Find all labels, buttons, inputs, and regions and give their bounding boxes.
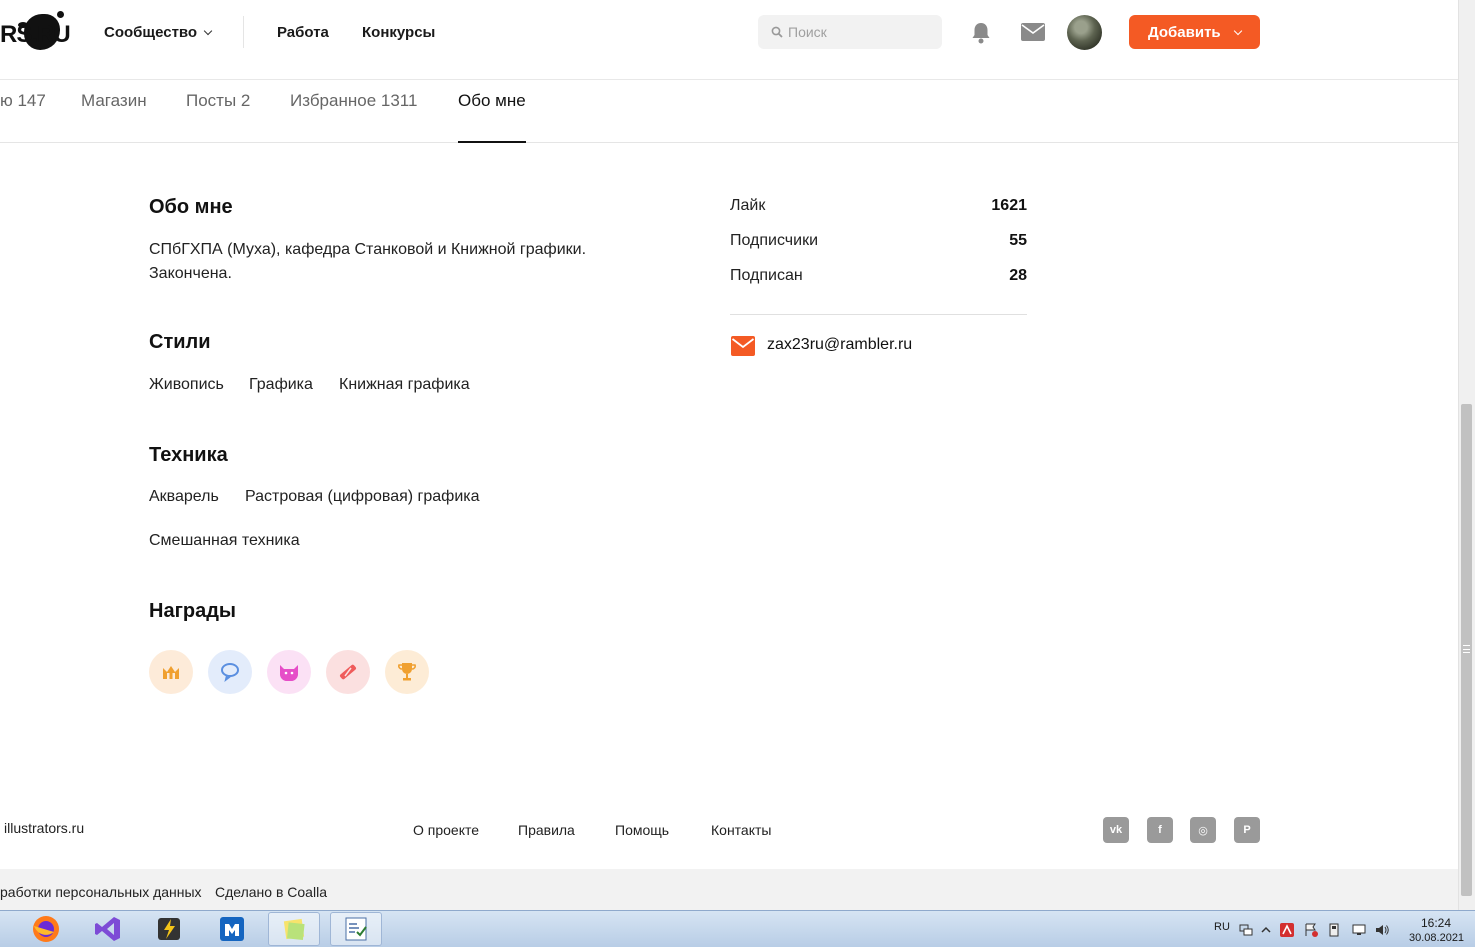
tab-favorites[interactable]: Избранное 1311 <box>290 91 417 143</box>
footer-link-about[interactable]: О проекте <box>413 822 479 838</box>
nav-community[interactable]: Сообщество <box>104 24 213 41</box>
facebook-icon-glyph: f <box>1158 824 1162 836</box>
usb-device-icon[interactable] <box>1326 922 1342 938</box>
stats-divider <box>730 314 1027 315</box>
about-text: СПбГХПА (Муха), кафедра Станковой и Книж… <box>149 241 587 282</box>
cat-award-icon[interactable] <box>267 650 311 694</box>
search-input[interactable] <box>758 15 942 49</box>
logo-text: RS.RU <box>0 21 71 48</box>
visual-studio-icon[interactable] <box>82 912 134 946</box>
technique-title: Техника <box>149 444 228 466</box>
task-manager-icon[interactable] <box>330 912 382 946</box>
stat-followers-label[interactable]: Подписчики <box>730 232 818 250</box>
firefox-icon[interactable] <box>20 912 72 946</box>
tab-shop[interactable]: Магазин <box>81 91 147 143</box>
stat-likes-value: 1621 <box>991 197 1027 214</box>
bell-icon[interactable] <box>970 21 992 45</box>
scrollbar-grip-icon <box>1463 645 1470 653</box>
vk-icon[interactable]: vk <box>1103 817 1129 843</box>
sticky-notes-icon[interactable] <box>268 912 320 946</box>
made-by-link[interactable]: Сделано в Coalla <box>215 884 327 900</box>
stat-following-label[interactable]: Подписан <box>730 267 803 285</box>
speech-bubble-award-icon[interactable] <box>208 650 252 694</box>
technique-tag[interactable]: Акварель <box>149 488 219 506</box>
technique-tag[interactable]: Растровая (цифровая) графика <box>245 488 480 506</box>
avatar[interactable] <box>1067 15 1102 50</box>
maxthon-icon[interactable] <box>206 912 258 946</box>
instagram-icon-glyph: ◎ <box>1198 824 1208 837</box>
stat-following-value[interactable]: 28 <box>940 267 1027 285</box>
stat-likes-label: Лайк <box>730 197 766 214</box>
about-title: Обо мне <box>149 196 233 218</box>
input-language-indicator[interactable]: RU <box>1214 921 1230 933</box>
search-icon <box>771 26 783 38</box>
tab-about[interactable]: Обо мне <box>458 91 526 143</box>
vk-icon-glyph: vk <box>1109 824 1123 836</box>
pencil-award-icon[interactable] <box>326 650 370 694</box>
chevron-down-icon <box>203 26 213 36</box>
footer-link-rules[interactable]: Правила <box>518 822 575 838</box>
tab-posts[interactable]: Посты 2 <box>186 91 250 143</box>
instagram-icon[interactable]: ◎ <box>1190 817 1216 843</box>
footer-link-help[interactable]: Помощь <box>615 822 669 838</box>
footer-brand[interactable]: illustrators.ru <box>4 820 84 836</box>
footer-link-contacts[interactable]: Контакты <box>711 822 771 838</box>
chevron-up-icon[interactable] <box>1258 922 1274 938</box>
site-header: RS.RU Сообщество Работа Конкурсы Добавит… <box>0 0 1458 80</box>
stat-followers-value[interactable]: 55 <box>940 232 1027 250</box>
nav-community-label: Сообщество <box>104 24 198 41</box>
style-tag[interactable]: Книжная графика <box>339 376 470 394</box>
clock-time[interactable]: 16:24 <box>1421 916 1451 930</box>
add-button[interactable]: Добавить <box>1129 15 1260 49</box>
pinterest-icon[interactable]: P <box>1234 817 1260 843</box>
technique-tag[interactable]: Смешанная техника <box>149 532 300 550</box>
tab-works[interactable]: ю 147 <box>0 91 46 143</box>
antivirus-icon[interactable] <box>1279 922 1295 938</box>
style-tag[interactable]: Живопись <box>149 376 224 394</box>
nav-work[interactable]: Работа <box>277 24 329 41</box>
add-button-label: Добавить <box>1148 23 1221 41</box>
contact-email[interactable]: zax23ru@rambler.ru <box>767 336 912 354</box>
chevron-down-icon <box>1233 26 1242 35</box>
trophy-award-icon[interactable] <box>385 650 429 694</box>
style-tag[interactable]: Графика <box>249 376 313 394</box>
flag-icon[interactable] <box>1303 922 1319 938</box>
clock-date[interactable]: 30.08.2021 <box>1409 932 1464 944</box>
facebook-icon[interactable]: f <box>1147 817 1173 843</box>
winamp-icon[interactable] <box>143 912 195 946</box>
profile-tabs: ю 147 Магазин Посты 2 Избранное 1311 Обо… <box>0 80 1458 143</box>
crown-award-icon[interactable] <box>149 650 193 694</box>
email-icon <box>731 336 755 356</box>
awards-title: Награды <box>149 600 237 622</box>
nav-divider <box>243 16 244 48</box>
mail-icon[interactable] <box>1021 23 1045 41</box>
privacy-policy-link[interactable]: работки персональных данных <box>0 884 202 900</box>
pinterest-icon-glyph: P <box>1243 824 1251 836</box>
network-icon[interactable] <box>1351 922 1367 938</box>
keyboard-layout-icon[interactable] <box>1238 922 1254 938</box>
volume-icon[interactable] <box>1374 922 1390 938</box>
styles-title: Стили <box>149 331 211 353</box>
nav-contests[interactable]: Конкурсы <box>362 24 435 41</box>
site-logo[interactable]: RS.RU <box>0 11 71 52</box>
